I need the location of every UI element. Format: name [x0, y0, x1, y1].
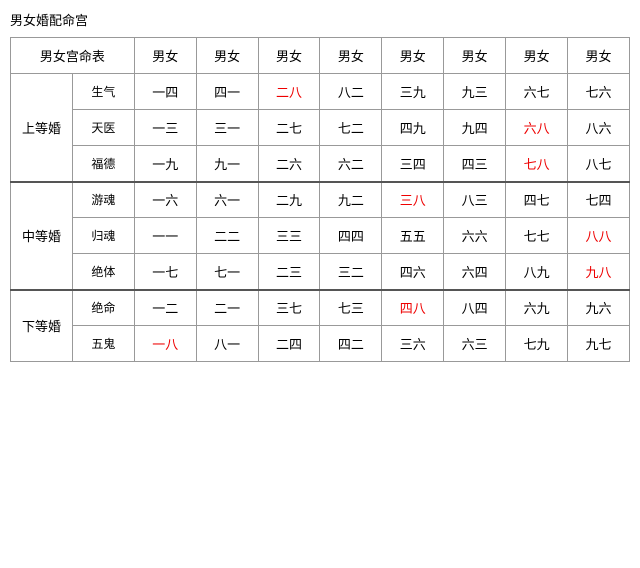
cell-0-2-5: 四三 — [444, 146, 506, 182]
cell-1-1-5: 六六 — [444, 218, 506, 254]
col-header-3: 男女 — [258, 38, 320, 74]
cell-2-0-5: 八四 — [444, 290, 506, 326]
cell-0-1-4: 四九 — [382, 110, 444, 146]
cell-2-1-1: 八一 — [196, 326, 258, 362]
cell-0-2-1: 九一 — [196, 146, 258, 182]
cell-1-2-7: 九八 — [568, 254, 630, 290]
page-title: 男女婚配命宫 — [10, 10, 630, 29]
cell-1-0-3: 九二 — [320, 182, 382, 218]
cell-2-0-0: 一二 — [134, 290, 196, 326]
cell-0-0-4: 三九 — [382, 74, 444, 110]
group-label-2: 下等婚 — [11, 290, 73, 362]
cell-0-0-1: 四一 — [196, 74, 258, 110]
cell-1-2-4: 四六 — [382, 254, 444, 290]
col-header-4: 男女 — [320, 38, 382, 74]
cell-1-0-1: 六一 — [196, 182, 258, 218]
cell-2-0-4: 四八 — [382, 290, 444, 326]
cell-1-2-0: 一七 — [134, 254, 196, 290]
cell-1-2-5: 六四 — [444, 254, 506, 290]
cell-0-0-6: 六七 — [506, 74, 568, 110]
cell-0-1-1: 三一 — [196, 110, 258, 146]
col-header-2: 男女 — [196, 38, 258, 74]
col-header-7: 男女 — [506, 38, 568, 74]
cell-2-1-7: 九七 — [568, 326, 630, 362]
cell-1-2-2: 二三 — [258, 254, 320, 290]
cell-0-1-6: 六八 — [506, 110, 568, 146]
cell-1-0-4: 三八 — [382, 182, 444, 218]
cell-0-0-2: 二八 — [258, 74, 320, 110]
col-header-8: 男女 — [568, 38, 630, 74]
cell-2-1-2: 二四 — [258, 326, 320, 362]
cell-1-1-4: 五五 — [382, 218, 444, 254]
sub-label-0-1: 天医 — [72, 110, 134, 146]
group-label-1: 中等婚 — [11, 182, 73, 290]
cell-1-0-7: 七四 — [568, 182, 630, 218]
cell-2-0-6: 六九 — [506, 290, 568, 326]
cell-0-0-5: 九三 — [444, 74, 506, 110]
cell-2-1-4: 三六 — [382, 326, 444, 362]
sub-label-1-1: 归魂 — [72, 218, 134, 254]
sub-label-0-0: 生气 — [72, 74, 134, 110]
cell-1-0-5: 八三 — [444, 182, 506, 218]
sub-label-1-0: 游魂 — [72, 182, 134, 218]
cell-1-1-0: 一一 — [134, 218, 196, 254]
cell-0-2-2: 二六 — [258, 146, 320, 182]
cell-2-1-0: 一八 — [134, 326, 196, 362]
cell-1-0-2: 二九 — [258, 182, 320, 218]
cell-2-1-6: 七九 — [506, 326, 568, 362]
cell-0-2-3: 六二 — [320, 146, 382, 182]
cell-2-0-3: 七三 — [320, 290, 382, 326]
cell-1-1-1: 二二 — [196, 218, 258, 254]
cell-1-2-1: 七一 — [196, 254, 258, 290]
cell-1-2-6: 八九 — [506, 254, 568, 290]
main-table: 男女宫命表 男女 男女 男女 男女 男女 男女 男女 男女 上等婚生气一四四一二… — [10, 37, 630, 362]
col-header-1: 男女 — [134, 38, 196, 74]
cell-2-0-2: 三七 — [258, 290, 320, 326]
sub-label-1-2: 绝体 — [72, 254, 134, 290]
cell-0-0-3: 八二 — [320, 74, 382, 110]
cell-0-2-6: 七八 — [506, 146, 568, 182]
cell-0-1-7: 八六 — [568, 110, 630, 146]
cell-0-1-3: 七二 — [320, 110, 382, 146]
cell-1-1-7: 八八 — [568, 218, 630, 254]
cell-2-1-5: 六三 — [444, 326, 506, 362]
cell-1-0-6: 四七 — [506, 182, 568, 218]
col-header-5: 男女 — [382, 38, 444, 74]
cell-0-0-7: 七六 — [568, 74, 630, 110]
cell-0-1-2: 二七 — [258, 110, 320, 146]
cell-1-2-3: 三二 — [320, 254, 382, 290]
cell-0-1-0: 一三 — [134, 110, 196, 146]
cell-0-1-5: 九四 — [444, 110, 506, 146]
cell-2-1-3: 四二 — [320, 326, 382, 362]
sub-label-2-1: 五鬼 — [72, 326, 134, 362]
group-label-0: 上等婚 — [11, 74, 73, 182]
cell-1-1-6: 七七 — [506, 218, 568, 254]
cell-1-0-0: 一六 — [134, 182, 196, 218]
cell-2-0-1: 二一 — [196, 290, 258, 326]
cell-0-0-0: 一四 — [134, 74, 196, 110]
cell-0-2-7: 八七 — [568, 146, 630, 182]
cell-1-1-3: 四四 — [320, 218, 382, 254]
col-header-6: 男女 — [444, 38, 506, 74]
cell-0-2-4: 三四 — [382, 146, 444, 182]
table-corner-header: 男女宫命表 — [11, 38, 135, 74]
cell-2-0-7: 九六 — [568, 290, 630, 326]
sub-label-2-0: 绝命 — [72, 290, 134, 326]
cell-0-2-0: 一九 — [134, 146, 196, 182]
sub-label-0-2: 福德 — [72, 146, 134, 182]
cell-1-1-2: 三三 — [258, 218, 320, 254]
